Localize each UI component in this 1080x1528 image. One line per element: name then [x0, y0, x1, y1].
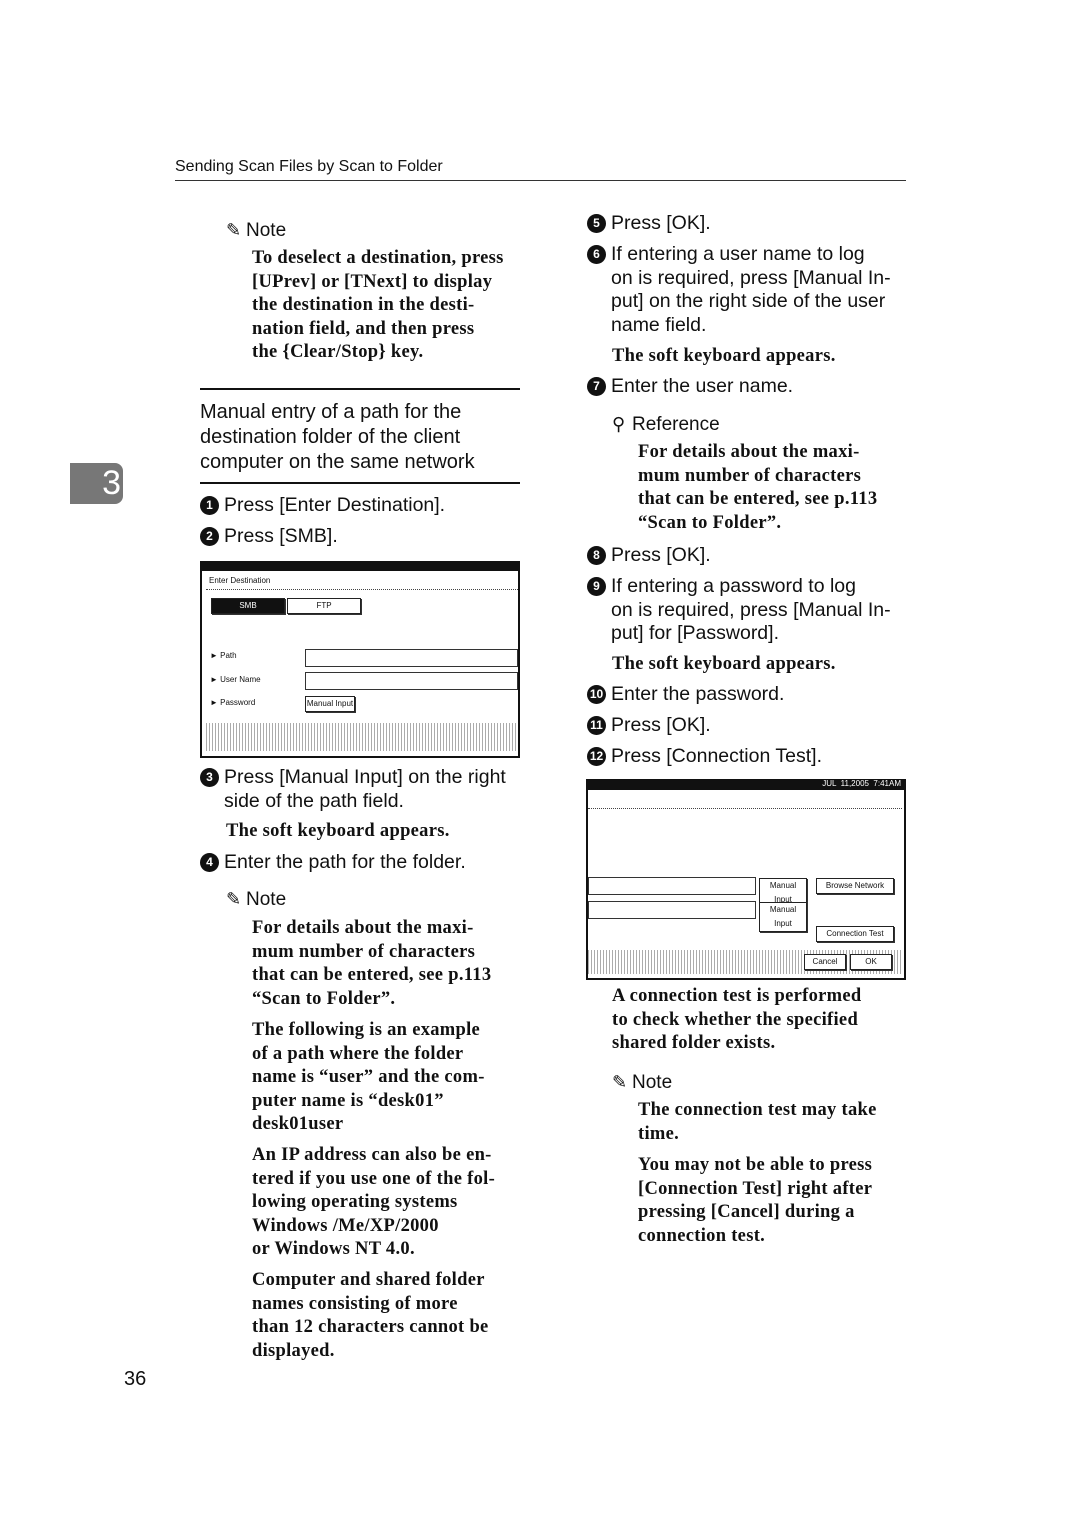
- step-4: 4 Enter the path for the folder.: [200, 851, 466, 875]
- note-para: The connection test may take time.: [638, 1100, 877, 1144]
- user-name-field[interactable]: [305, 672, 518, 690]
- page-number: 36: [124, 1368, 147, 1390]
- note-label: Note: [246, 889, 287, 910]
- step-number: 3: [200, 768, 219, 787]
- step-10: 10 Enter the password.: [587, 683, 784, 707]
- step-number: 6: [587, 245, 606, 264]
- enter-destination-screen: Enter Destination SMB FTP ► Path ► User …: [200, 561, 520, 758]
- step-text: Enter the path for the folder.: [224, 851, 466, 873]
- step-text: Press [Manual Input] on the right side o…: [224, 766, 506, 812]
- datetime: JUL 11,2005 7:41AM: [822, 779, 901, 788]
- magnifier-icon: ⚲: [612, 414, 626, 434]
- reference-heading: ⚲ Reference: [612, 414, 720, 436]
- step-number: 5: [587, 214, 606, 233]
- step-text: If entering a password to log on is requ…: [611, 575, 891, 644]
- note-para: The following is an example of a path wh…: [252, 1020, 485, 1134]
- screen-title: Enter Destination: [209, 576, 271, 585]
- step-number: 7: [587, 377, 606, 396]
- hatch-bar: [206, 723, 518, 751]
- step-11: 11 Press [OK].: [587, 714, 711, 738]
- note-para: For details about the maxi- mum number o…: [252, 918, 492, 1009]
- connection-test-button[interactable]: Connection Test: [816, 926, 894, 942]
- step-8: 8 Press [OK].: [587, 544, 711, 568]
- step-text: Press [Connection Test].: [611, 745, 822, 767]
- running-header: Sending Scan Files by Scan to Folder: [175, 158, 443, 175]
- step-6: 6 If entering a user name to log on is re…: [587, 243, 891, 337]
- path-field[interactable]: [588, 877, 756, 895]
- step-2: 2 Press [SMB].: [200, 525, 338, 549]
- note-para: An IP address can also be en- tered if y…: [252, 1145, 496, 1259]
- note-label: Note: [246, 220, 287, 241]
- header-rule: [175, 180, 906, 181]
- reference-body: For details about the maxi- mum number o…: [638, 442, 878, 533]
- step-9: 9 If entering a password to log on is req…: [587, 575, 891, 646]
- step-text: Press [OK].: [611, 714, 711, 736]
- step-text: Press [Enter Destination].: [224, 494, 446, 516]
- pencil-icon: ✎: [226, 220, 242, 240]
- step-3-result: The soft keyboard appears.: [226, 821, 450, 841]
- smb-tab[interactable]: SMB: [211, 598, 285, 614]
- chapter-tab: 3: [70, 463, 123, 504]
- pencil-icon: ✎: [226, 889, 242, 909]
- step-7: 7 Enter the user name.: [587, 375, 793, 399]
- step-text: Press [OK].: [611, 212, 711, 234]
- user-name-label: ► User Name: [210, 675, 261, 684]
- note-heading: ✎ Note: [612, 1072, 672, 1094]
- note-para: Computer and shared folder names consist…: [252, 1270, 489, 1361]
- path-field[interactable]: [305, 649, 518, 667]
- step-number: 2: [200, 527, 219, 546]
- step-text: If entering a user name to log on is req…: [611, 243, 891, 336]
- step-5: 5 Press [OK].: [587, 212, 711, 236]
- note-heading: ✎ Note: [226, 889, 286, 911]
- divider: [588, 808, 902, 809]
- step-number: 12: [587, 747, 606, 766]
- step-number: 11: [587, 716, 606, 735]
- manual-input-button[interactable]: Manual Input: [759, 902, 807, 932]
- step-number: 9: [587, 577, 606, 596]
- title-divider: [206, 589, 518, 590]
- user-name-field[interactable]: [588, 901, 756, 919]
- note-label: Note: [632, 1072, 673, 1093]
- cancel-button[interactable]: Cancel: [804, 954, 846, 970]
- connection-test-screen: JUL 11,2005 7:41AM Manual Input Browse N…: [586, 779, 906, 980]
- section-title: Manual entry of a path for the destinati…: [200, 401, 475, 473]
- path-label: ► Path: [210, 651, 237, 660]
- note-para: You may not be able to press [Connection…: [638, 1155, 873, 1246]
- reference-label: Reference: [632, 414, 720, 435]
- step-6-result: The soft keyboard appears.: [612, 346, 836, 366]
- step-text: Press [OK].: [611, 544, 711, 566]
- step-1: 1 Press [Enter Destination].: [200, 494, 445, 518]
- step-text: Enter the password.: [611, 683, 785, 705]
- manual-page: Sending Scan Files by Scan to Folder 3 ✎…: [0, 0, 1080, 1528]
- step-number: 4: [200, 853, 219, 872]
- pencil-icon: ✎: [612, 1072, 628, 1092]
- step-3: 3 Press [Manual Input] on the right side …: [200, 766, 506, 813]
- password-label: ► Password: [210, 698, 256, 707]
- step-text: Enter the user name.: [611, 375, 794, 397]
- section-rule-top: [200, 388, 520, 390]
- step-number: 10: [587, 685, 606, 704]
- note-body: To deselect a destination, press [UPrev]…: [252, 248, 504, 362]
- step-12: 12 Press [Connection Test].: [587, 745, 822, 769]
- note-heading: ✎ Note: [226, 220, 286, 242]
- section-rule-bottom: [200, 482, 520, 484]
- browse-network-button[interactable]: Browse Network: [816, 878, 894, 894]
- step-text: Press [SMB].: [224, 525, 338, 547]
- step-number: 1: [200, 496, 219, 515]
- step-9-result: The soft keyboard appears.: [612, 654, 836, 674]
- manual-input-button[interactable]: Manual Input: [305, 696, 355, 712]
- step-number: 8: [587, 546, 606, 565]
- step-12-result: A connection test is performed to check …: [612, 986, 862, 1053]
- ftp-tab[interactable]: FTP: [287, 598, 361, 614]
- ok-button[interactable]: OK: [850, 954, 892, 970]
